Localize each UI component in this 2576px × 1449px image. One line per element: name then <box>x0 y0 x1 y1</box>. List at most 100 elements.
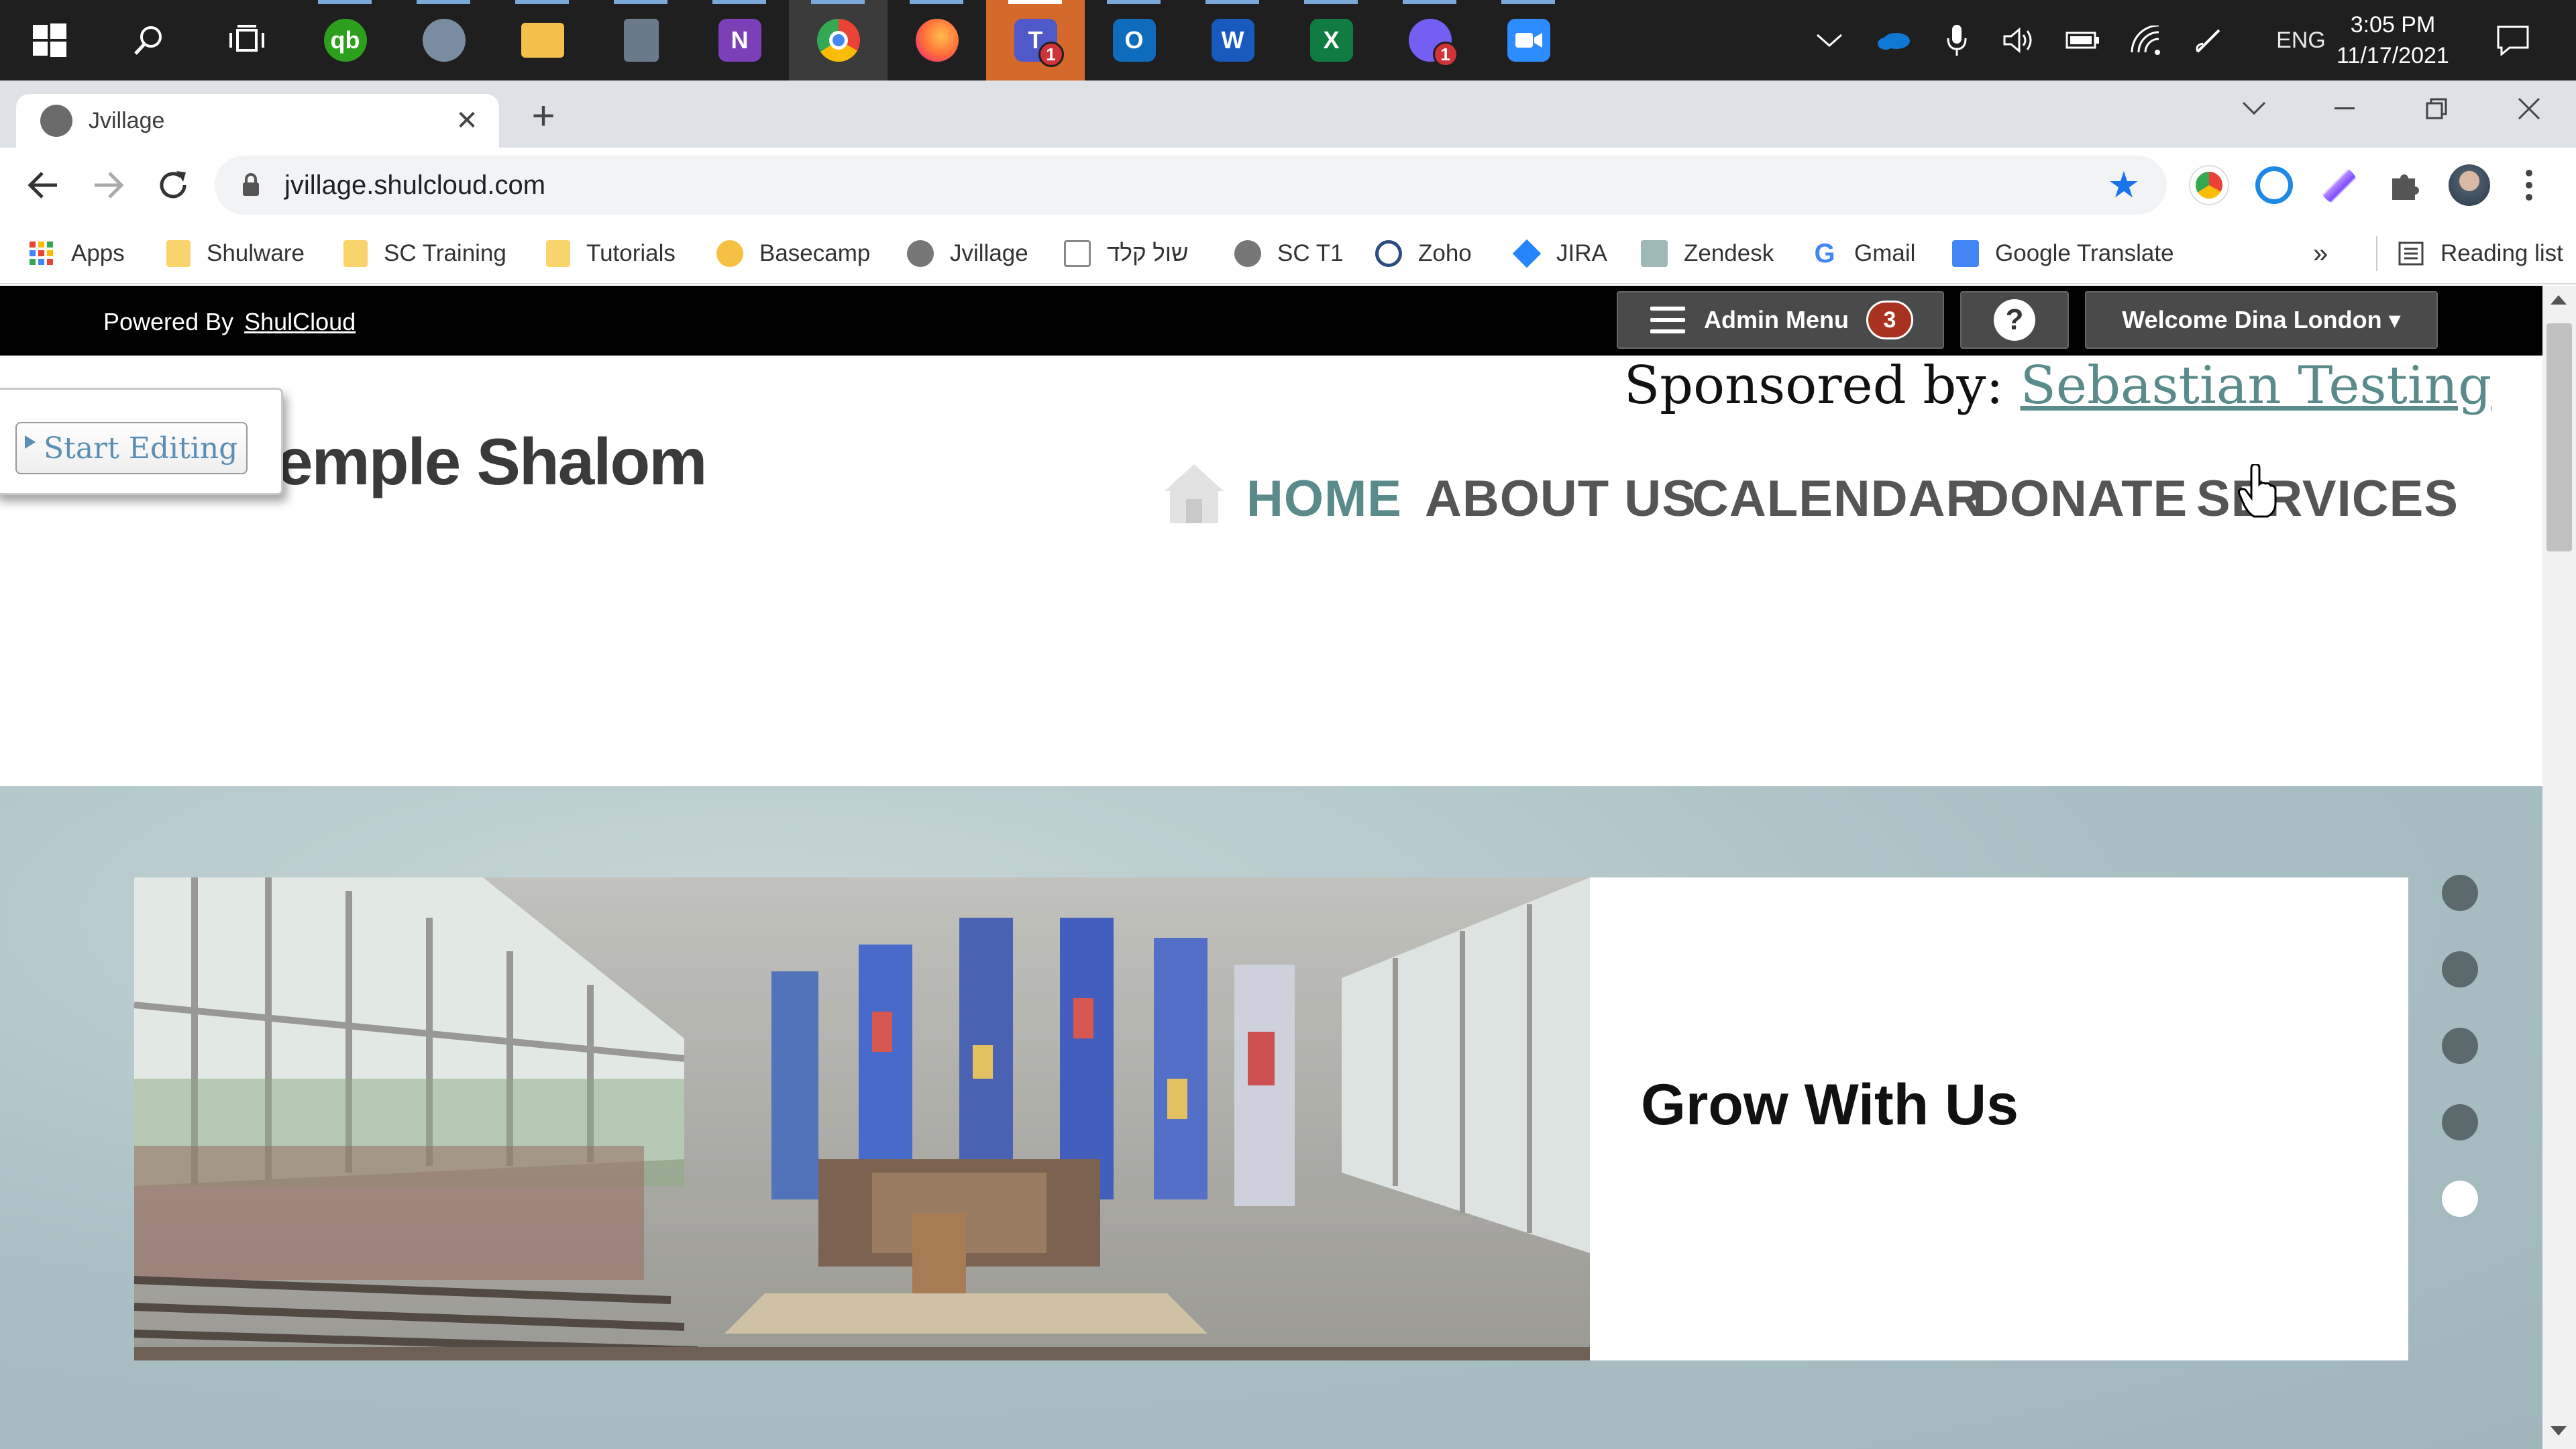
taskbar-app-excel[interactable]: X <box>1282 0 1381 80</box>
taskbar-app-chrome[interactable] <box>789 0 888 80</box>
minimize-icon <box>2334 107 2355 109</box>
taskbar-app-outlook[interactable]: O <box>1085 0 1183 80</box>
slider-dot-2[interactable] <box>2442 951 2478 987</box>
task-view-button[interactable] <box>197 0 296 80</box>
slider-dot-3[interactable] <box>2442 1028 2478 1064</box>
reload-button[interactable] <box>153 165 193 205</box>
taskbar-app-zoom[interactable] <box>1479 0 1578 80</box>
page-scrollbar[interactable] <box>2542 286 2576 1449</box>
google-g-icon: G <box>1814 239 1835 268</box>
scrollbar-thumb[interactable] <box>2546 323 2572 551</box>
taskbar-app-photos[interactable] <box>394 0 493 80</box>
reading-list-icon <box>2398 241 2424 266</box>
taskbar-app-word[interactable]: W <box>1183 0 1282 80</box>
taskbar-app-file-explorer[interactable] <box>493 0 592 80</box>
windows-logo-icon <box>32 23 66 57</box>
forward-button[interactable] <box>89 165 129 205</box>
close-tab-icon[interactable]: ✕ <box>449 103 484 138</box>
taskbar-app-calculator[interactable] <box>592 0 690 80</box>
bookmark-google-translate[interactable]: Google Translate <box>1952 236 2174 271</box>
address-bar[interactable]: jvillage.shulcloud.com ★ <box>215 156 2167 215</box>
nav-donate[interactable]: DONATE <box>1972 470 2188 528</box>
bookmark-gmail[interactable]: G Gmail <box>1811 236 1915 271</box>
scroll-up-arrow-icon[interactable] <box>2551 295 2567 305</box>
nav-services[interactable]: SERVICES <box>2196 470 2459 528</box>
tray-overflow-button[interactable] <box>1811 0 1847 80</box>
slider-dot-1[interactable] <box>2442 875 2478 911</box>
close-window-button[interactable] <box>2482 80 2576 137</box>
task-view-icon <box>229 25 264 52</box>
bookmark-sc-training[interactable]: SC Training <box>343 236 506 271</box>
extensions-puzzle-icon[interactable] <box>2385 166 2423 204</box>
bookmark-star-icon[interactable]: ★ <box>2105 166 2143 204</box>
bookmarks-overflow-button[interactable]: » <box>2313 236 2328 271</box>
home-icon[interactable] <box>1162 462 1226 526</box>
grammarly-extension-icon[interactable] <box>2255 166 2293 204</box>
nav-calendar[interactable]: CALENDAR <box>1692 470 1983 528</box>
new-tab-button[interactable]: + <box>520 92 567 139</box>
tab-search-button[interactable] <box>2207 80 2301 137</box>
taskbar-app-firefox[interactable] <box>888 0 986 80</box>
url-text[interactable]: jvillage.shulcloud.com <box>284 170 545 201</box>
back-button[interactable] <box>23 165 63 205</box>
onedrive-tray-button[interactable] <box>1873 0 1915 80</box>
bookmark-shulcloud-hebrew[interactable]: שול קלד <box>1064 236 1189 271</box>
battery-tray-button[interactable] <box>2062 0 2104 80</box>
quickbooks-icon: qb <box>323 19 367 62</box>
shulcloud-link[interactable]: ShulCloud <box>244 308 356 335</box>
browser-tab-jvillage[interactable]: Jvillage ✕ <box>16 94 499 148</box>
bookmark-zoho[interactable]: Zoho <box>1375 236 1472 271</box>
clock-date: 11/17/2021 <box>2337 43 2449 68</box>
welcome-user-dropdown[interactable]: Welcome Dina London ▾ <box>2085 291 2438 349</box>
bookmark-basecamp[interactable]: Basecamp <box>716 236 870 271</box>
minimize-button[interactable] <box>2298 80 2392 137</box>
profile-avatar[interactable] <box>2449 164 2490 206</box>
bookmark-sc-t1[interactable]: SC T1 <box>1234 236 1344 271</box>
microphone-tray-button[interactable] <box>1936 0 1978 80</box>
bookmark-zendesk[interactable]: Zendesk <box>1641 236 1774 271</box>
start-button[interactable] <box>0 0 99 80</box>
slider-dot-4[interactable] <box>2442 1104 2478 1140</box>
bookmark-jira[interactable]: JIRA <box>1512 236 1607 271</box>
hand-cursor-icon <box>2238 464 2277 518</box>
slider-dot-5[interactable] <box>2442 1181 2478 1217</box>
bookmark-label: SC T1 <box>1277 240 1344 266</box>
pen-extension-icon[interactable] <box>2320 166 2357 204</box>
taskbar-app-viber[interactable]: 1 <box>1381 0 1479 80</box>
reading-list-button[interactable]: Reading list <box>2376 236 2563 271</box>
search-button[interactable] <box>99 0 197 80</box>
notification-center-button[interactable] <box>2486 0 2540 80</box>
slide-title: Grow With Us <box>1641 1073 2019 1137</box>
outlook-icon: O <box>1112 19 1156 62</box>
taskbar-clock[interactable]: 3:05 PM 11/17/2021 <box>2319 9 2467 71</box>
nav-home[interactable]: HOME <box>1246 470 1402 528</box>
nav-about-us[interactable]: ABOUT US <box>1425 470 1697 528</box>
bookmark-apps[interactable]: Apps <box>28 236 125 271</box>
bookmark-label: Google Translate <box>1995 240 2174 266</box>
volume-tray-button[interactable] <box>1999 0 2041 80</box>
wifi-tray-button[interactable] <box>2125 0 2167 80</box>
pen-tray-button[interactable] <box>2188 0 2230 80</box>
admin-menu-button[interactable]: Admin Menu 3 <box>1617 291 1944 349</box>
site-logo[interactable]: emple Shalom <box>276 424 707 500</box>
jvillage-favicon-icon <box>40 105 72 137</box>
bookmarks-bar: Apps Shulware SC Training Tutorials Base… <box>0 223 2576 284</box>
folder-icon <box>166 240 191 267</box>
search-icon <box>133 26 162 55</box>
scroll-down-arrow-icon[interactable] <box>2551 1426 2567 1436</box>
start-editing-button[interactable]: Start Editing <box>15 422 248 474</box>
bookmark-shulware[interactable]: Shulware <box>166 236 305 271</box>
chrome-menu-button[interactable] <box>2516 166 2542 204</box>
color-picker-extension-icon[interactable] <box>2190 166 2228 204</box>
help-button[interactable]: ? <box>1960 291 2069 349</box>
bookmark-jvillage[interactable]: Jvillage <box>907 236 1028 271</box>
zoho-icon <box>1375 240 1402 267</box>
taskbar-app-quickbooks[interactable]: qb <box>296 0 394 80</box>
sponsor-link[interactable]: Sebastian Testing <box>2021 356 2492 416</box>
taskbar-app-teams[interactable]: T1 <box>986 0 1085 80</box>
bookmark-label: Zoho <box>1418 240 1472 266</box>
bookmark-tutorials[interactable]: Tutorials <box>546 236 676 271</box>
restore-button[interactable] <box>2390 80 2483 137</box>
taskbar-app-onenote[interactable]: N <box>690 0 789 80</box>
lock-icon <box>243 173 259 196</box>
